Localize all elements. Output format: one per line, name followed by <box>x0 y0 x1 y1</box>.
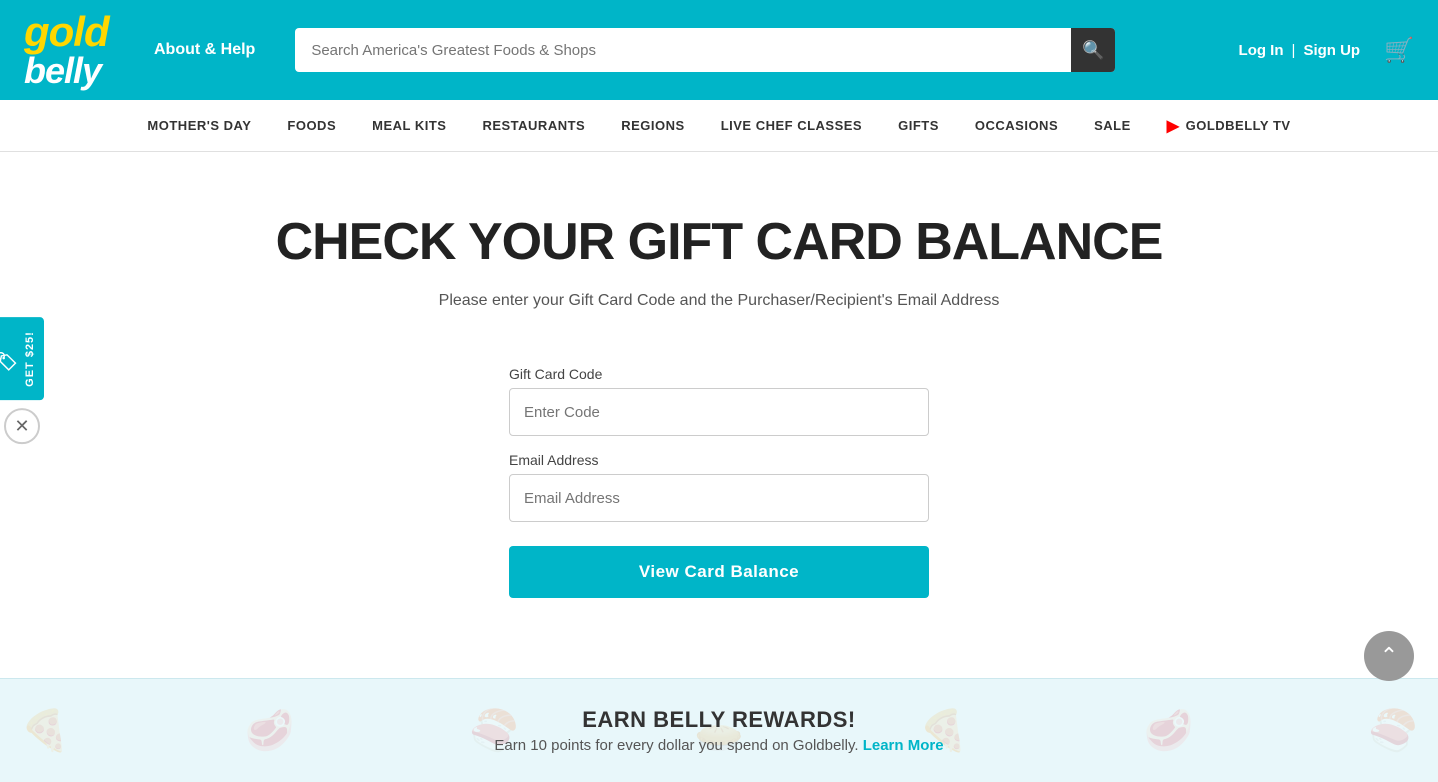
search-input[interactable] <box>295 28 1115 72</box>
nav-item-live-chef-classes[interactable]: LIVE CHEF CLASSES <box>703 100 880 151</box>
search-icon: 🔍 <box>1082 40 1104 61</box>
page-title: CHECK YOUR GIFT CARD BALANCE <box>276 212 1163 272</box>
nav-item-goldbelly-tv[interactable]: ▶ GOLDBELLY TV <box>1149 100 1309 151</box>
scroll-to-top-button[interactable]: ⌃ <box>1364 631 1414 681</box>
email-input[interactable] <box>509 474 929 522</box>
search-button[interactable]: 🔍 <box>1071 28 1115 72</box>
nav-item-gifts[interactable]: GIFTS <box>880 100 957 151</box>
nav-item-regions[interactable]: REGIONS <box>603 100 702 151</box>
promo-text: GET $25! <box>24 331 36 387</box>
email-label: Email Address <box>509 452 929 468</box>
side-promo: GET $25! 🏷 ✕ <box>0 317 44 445</box>
site-header: GOLD BeLLY About & Help 🔍 Log In | Sign … <box>0 0 1438 100</box>
rewards-subtitle: Earn 10 points for every dollar you spen… <box>20 737 1418 754</box>
gift-card-label: Gift Card Code <box>509 366 929 382</box>
nav-item-restaurants[interactable]: RESTAURANTS <box>464 100 603 151</box>
learn-more-link[interactable]: Learn More <box>863 737 944 754</box>
gift-card-form: Gift Card Code Email Address View Card B… <box>509 350 929 598</box>
main-nav: MOTHER'S DAY FOODS MEAL KITS RESTAURANTS… <box>0 100 1438 152</box>
promo-tab[interactable]: GET $25! 🏷 <box>0 317 44 401</box>
page-subtitle: Please enter your Gift Card Code and the… <box>439 292 1000 310</box>
search-bar: 🔍 <box>295 28 1115 72</box>
nav-item-sale[interactable]: SALE <box>1076 100 1149 151</box>
rewards-title: EARN BELLY REWARDS! <box>20 707 1418 733</box>
logo-line2: BeLLY <box>24 53 114 89</box>
chevron-up-icon: ⌃ <box>1380 643 1398 669</box>
nav-item-mothers-day[interactable]: MOTHER'S DAY <box>129 100 269 151</box>
login-link[interactable]: Log In <box>1239 42 1284 59</box>
main-content: CHECK YOUR GIFT CARD BALANCE Please ente… <box>0 152 1438 678</box>
auth-divider: | <box>1292 42 1296 59</box>
cart-icon[interactable]: 🛒 <box>1384 36 1414 65</box>
nav-goldbelly-tv-label: GOLDBELLY TV <box>1186 118 1291 133</box>
view-card-balance-button[interactable]: View Card Balance <box>509 546 929 598</box>
close-icon: ✕ <box>14 416 29 437</box>
promo-coupon-icon: 🏷 <box>0 349 18 372</box>
close-promo-button[interactable]: ✕ <box>4 408 40 444</box>
site-logo[interactable]: GOLD BeLLY <box>24 11 114 89</box>
footer-rewards: 🍕 🥩 🍣 🥧 🍕 🥩 🍣 EARN BELLY REWARDS! Earn 1… <box>0 678 1438 782</box>
gift-card-input[interactable] <box>509 388 929 436</box>
signup-link[interactable]: Sign Up <box>1303 42 1360 59</box>
youtube-icon: ▶ <box>1167 116 1180 136</box>
nav-item-meal-kits[interactable]: MEAL KITS <box>354 100 464 151</box>
about-help-link[interactable]: About & Help <box>154 41 255 59</box>
nav-item-occasions[interactable]: OCCASIONS <box>957 100 1076 151</box>
nav-item-foods[interactable]: FOODS <box>269 100 354 151</box>
logo-line1: GOLD <box>24 11 114 53</box>
header-auth: Log In | Sign Up 🛒 <box>1239 36 1414 65</box>
